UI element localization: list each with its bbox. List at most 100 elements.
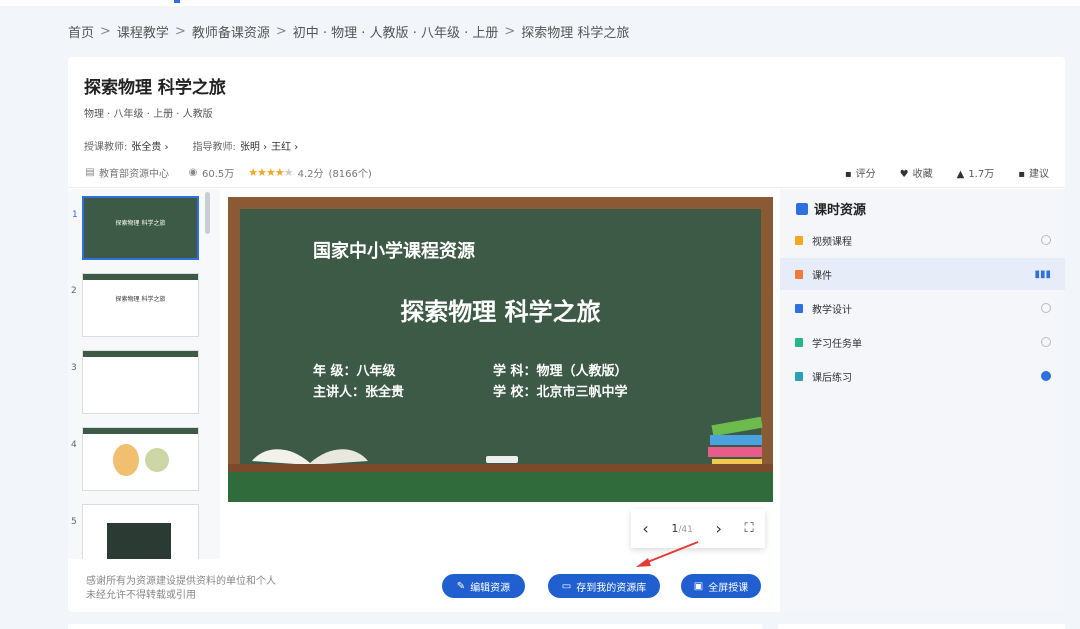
breadcrumb-sep: > <box>504 24 516 39</box>
side-item[interactable]: 视频课程 <box>780 224 1065 256</box>
side-item-label: 课件 <box>812 270 832 282</box>
thumbnail-number: 1 <box>72 210 78 220</box>
play-icon <box>796 202 808 215</box>
active-tab-indicator <box>174 0 180 3</box>
slide-subject: 学 科：物理（人教版） <box>493 364 628 379</box>
slide-floor <box>228 472 773 502</box>
resource-icon <box>795 269 803 279</box>
star-icon: ★ <box>274 166 285 179</box>
slide-grade: 年 级：八年级 <box>313 364 396 379</box>
side-item-label: 视频课程 <box>812 236 852 248</box>
thumbnail-title: 探索物理 科学之旅 <box>115 220 166 227</box>
thumbnail-3[interactable]: 3 <box>71 350 199 414</box>
status-circle-icon <box>1041 235 1051 245</box>
total-pages: /41 <box>678 525 693 535</box>
guide-label: 指导教师: <box>192 142 236 153</box>
breadcrumb-home[interactable]: 首页 <box>68 22 94 41</box>
book-icon <box>250 435 370 465</box>
side-title: 课时资源 <box>796 199 866 218</box>
notice-line-2: 未经允许不得转载或引用 <box>86 590 196 601</box>
edit-resource-button[interactable]: ✎ 编辑资源 <box>442 574 525 598</box>
thumbnail-2[interactable]: 2 探索物理 科学之旅 <box>71 273 199 337</box>
chalk-ledge <box>228 464 773 472</box>
copyright-notice: 感谢所有为资源建设提供资料的单位和个人 未经允许不得转载或引用 <box>86 575 276 603</box>
eye-icon: ◉ <box>188 167 198 178</box>
action-bar: ▪ 评分 ♥ 收藏 ▲ 1.7万 ▪ 建议 <box>845 165 1049 180</box>
bottom-card-right <box>778 624 1065 629</box>
page-title: 探索物理 科学之旅 <box>84 78 226 98</box>
resource-icon <box>795 337 803 347</box>
like-button[interactable]: ▲ 1.7万 <box>957 165 995 180</box>
status-circle-icon <box>1041 337 1051 347</box>
side-item-label: 教学设计 <box>812 304 852 316</box>
status-circle-icon <box>1041 303 1051 313</box>
thumbnail-list: 1 探索物理 科学之旅 2 探索物理 科学之旅 3 4 5 <box>68 189 220 559</box>
side-item[interactable]: 学习任务单 <box>780 326 1065 358</box>
save-to-library-button[interactable]: ▭ 存到我的资源库 <box>548 574 660 598</box>
thumbnail-number: 5 <box>71 517 77 527</box>
meta-row: ▤ 教育部资源中心 ◉ 60.5万 ★★★★★ 4.2分 (8166个) <box>84 165 372 180</box>
folder-icon: ▭ <box>561 580 572 592</box>
breadcrumb: 首页 > 课程教学 > 教师备课资源 > 初中 · 物理 · 人教版 · 八年级 · … <box>68 22 629 41</box>
slide-speaker: 主讲人：张全贵 <box>313 385 405 400</box>
next-slide-icon[interactable]: › <box>715 519 721 538</box>
resource-icon <box>795 371 803 381</box>
prev-slide-icon[interactable]: ‹ <box>642 519 648 538</box>
slide-board: 国家中小学课程资源 探索物理 科学之旅 年 级：八年级 学 科：物理（人教版） … <box>228 197 773 502</box>
breadcrumb-teacher-resources[interactable]: 教师备课资源 <box>192 22 270 41</box>
notice-line-1: 感谢所有为资源建设提供资料的单位和个人 <box>86 576 276 587</box>
side-item[interactable]: 教学设计 <box>780 292 1065 324</box>
edit-label: 编辑资源 <box>470 582 511 594</box>
thumbnail-4[interactable]: 4 <box>71 427 199 491</box>
page-indicator: 1/41 <box>671 522 692 535</box>
slide-pager: ‹ 1/41 › ⛶ <box>631 509 765 548</box>
views: 60.5万 <box>202 169 235 180</box>
star-icon: ★ <box>266 166 276 179</box>
thumbnail-number: 2 <box>71 286 77 296</box>
screen-icon: ▣ <box>693 580 704 592</box>
rate-label: 评分 <box>855 169 876 180</box>
building-icon: ▤ <box>85 167 95 178</box>
breadcrumb-grade[interactable]: 初中 · 物理 · 人教版 · 八年级 · 上册 <box>293 22 499 41</box>
chalk-eraser-icon <box>486 456 518 463</box>
rating: 4.2分 <box>297 169 324 180</box>
course-card: 探索物理 科学之旅 物理 · 八年级 · 上册 · 人教版 授课教师: 张全贵 … <box>68 57 1065 612</box>
thumbnail-5[interactable]: 5 <box>71 504 199 559</box>
side-panel: 课时资源 视频课程课件 ▮▮▮ 教学设计学习任务单课后练习 <box>780 189 1065 612</box>
fullscreen-teaching-button[interactable]: ▣ 全屏授课 <box>681 574 761 598</box>
resource-icon <box>795 303 803 313</box>
fullscreen-icon[interactable]: ⛶ <box>745 521 754 536</box>
source: 教育部资源中心 <box>99 169 169 180</box>
rating-count: (8166个) <box>328 169 372 180</box>
divider <box>68 187 1065 188</box>
breadcrumb-sep: > <box>275 24 287 39</box>
suggest-label: 建议 <box>1029 169 1049 180</box>
side-item[interactable]: 课后练习 <box>780 360 1065 392</box>
thumbs-up-icon: ▲ <box>956 169 965 180</box>
breadcrumb-course-teaching[interactable]: 课程教学 <box>117 22 169 41</box>
star-icon: ★ <box>257 166 267 179</box>
fullscreen-label: 全屏授课 <box>708 582 749 594</box>
thumbnail-title: 探索物理 科学之旅 <box>115 296 166 303</box>
thumbnail-scrollbar[interactable] <box>205 192 210 234</box>
playing-bars-icon: ▮▮▮ <box>1034 268 1051 280</box>
thumbnail-number: 3 <box>71 363 77 373</box>
slide-title: 探索物理 科学之旅 <box>400 298 601 326</box>
edit-icon: ✎ <box>456 580 466 592</box>
guide-link-1[interactable]: 张明 › <box>240 138 267 153</box>
thumbnail-number: 4 <box>71 440 77 450</box>
side-item-label: 学习任务单 <box>812 338 862 350</box>
thumbnail-1[interactable]: 1 探索物理 科学之旅 <box>72 196 199 260</box>
teacher-label: 授课教师: <box>84 142 128 153</box>
course-subtitle: 物理 · 八年级 · 上册 · 人教版 <box>84 109 213 120</box>
suggest-button[interactable]: ▪ 建议 <box>1018 165 1049 180</box>
check-icon <box>1041 371 1051 381</box>
side-item[interactable]: 课件 ▮▮▮ <box>780 258 1065 290</box>
rate-button[interactable]: ▪ 评分 <box>845 165 876 180</box>
breadcrumb-current[interactable]: 探索物理 科学之旅 <box>521 22 629 41</box>
guide-link-2[interactable]: 王红 › <box>271 138 298 153</box>
favorite-button[interactable]: ♥ 收藏 <box>900 165 933 180</box>
teacher-link[interactable]: 张全贵 › <box>131 138 168 153</box>
resource-icon <box>795 235 803 245</box>
slide-header: 国家中小学课程资源 <box>313 241 475 262</box>
